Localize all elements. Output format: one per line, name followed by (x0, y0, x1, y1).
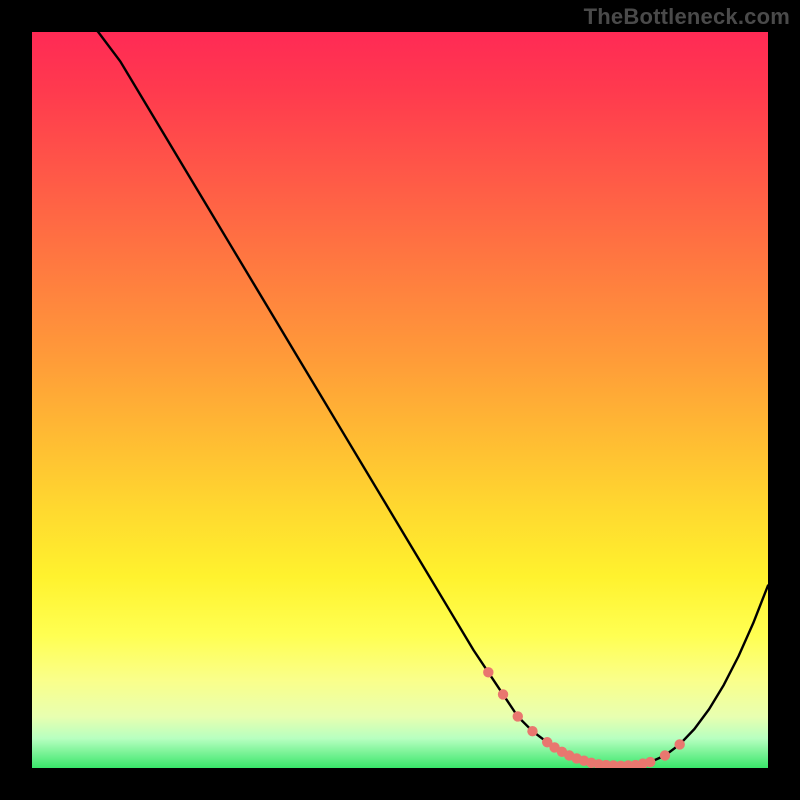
chart-frame: TheBottleneck.com (0, 0, 800, 800)
marker-dot (645, 757, 655, 767)
marker-dot (660, 750, 670, 760)
watermark-text: TheBottleneck.com (584, 4, 790, 30)
highlight-markers (483, 667, 685, 768)
curve-layer (32, 32, 768, 768)
marker-dot (513, 711, 523, 721)
bottleneck-curve (32, 32, 768, 766)
marker-dot (674, 739, 684, 749)
marker-dot (527, 726, 537, 736)
marker-dot (498, 689, 508, 699)
plot-area (32, 32, 768, 768)
marker-dot (483, 667, 493, 677)
